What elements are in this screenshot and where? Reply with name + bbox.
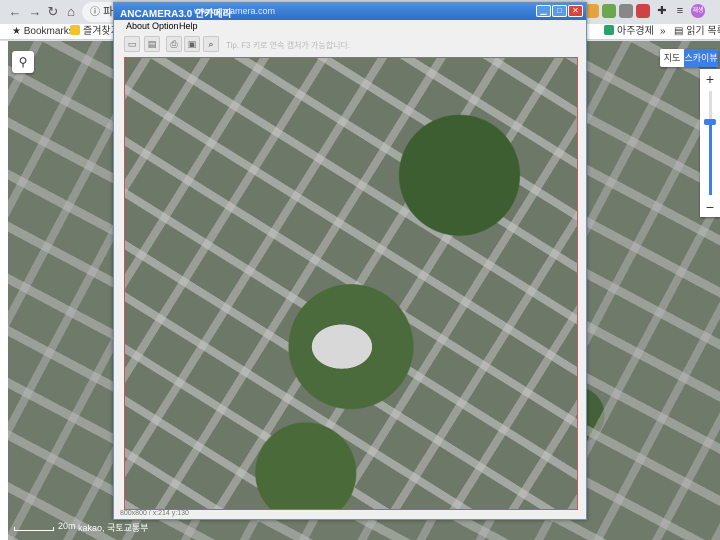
ancamera-window[interactable]: ANCAMERA3.0 안카메라 www.ancamera.com ▁ □ ✕ … xyxy=(113,2,587,520)
window-titlebar[interactable]: ANCAMERA3.0 안카메라 www.ancamera.com ▁ □ ✕ xyxy=(114,3,586,20)
puzzle-icon[interactable]: ✚ xyxy=(655,4,669,18)
tip-text: Tip. F3 키로 연속 캡처가 가능합니다. xyxy=(226,41,351,50)
map-credit: kakao, 국토교통부 xyxy=(78,523,149,533)
bookmark-overflow[interactable]: » xyxy=(660,24,666,40)
zoom-in-button[interactable]: + xyxy=(700,71,720,87)
info-icon: ⓘ xyxy=(90,7,100,18)
bookmark-ajunews[interactable]: 아주경제 xyxy=(604,24,654,40)
extension-strip: ✚ ≡ 재생 xyxy=(585,3,720,21)
menu-about[interactable]: About xyxy=(126,21,150,31)
status-text: 800x800 / x:214 y:130 xyxy=(120,510,189,517)
menu-help[interactable]: Help xyxy=(179,21,198,31)
print-icon[interactable]: ⎙ xyxy=(166,36,182,52)
scale-bar xyxy=(14,527,54,531)
zoom-control: + − xyxy=(700,69,720,217)
translate-icon[interactable] xyxy=(585,4,599,18)
zoom-slider-handle[interactable] xyxy=(704,119,716,126)
capture-toolbar: ▭ ▤ ⎙ ▣ ⌕ Tip. F3 키로 연속 캡처가 가능합니다. xyxy=(114,34,586,56)
menu-bar: About Option Help xyxy=(114,20,586,34)
reload-icon[interactable]: ↻ xyxy=(44,3,62,21)
map-type-skyview-tab[interactable]: 스카이뷰 xyxy=(684,49,718,67)
notes-icon[interactable] xyxy=(602,4,616,18)
profile-avatar[interactable]: 재생 xyxy=(691,4,705,18)
zoom-slider-track[interactable] xyxy=(709,91,712,195)
save-icon[interactable]: ▣ xyxy=(184,36,200,52)
bookmark-bookmarks[interactable]: ★ Bookmarks xyxy=(12,24,74,40)
zoom-out-button[interactable]: − xyxy=(700,199,720,215)
maximize-button[interactable]: □ xyxy=(552,5,567,17)
reading-list-icon: ▤ xyxy=(674,26,687,37)
playlist-icon[interactable]: ≡ xyxy=(673,4,687,18)
map-footer: 20m kakao, 국토교통부 xyxy=(0,519,720,540)
screen-icon[interactable] xyxy=(619,4,633,18)
map-left-border xyxy=(0,41,8,540)
home-icon[interactable]: ⌂ xyxy=(62,3,80,21)
ext-icon[interactable] xyxy=(636,4,650,18)
zoom-slider-fill xyxy=(709,122,712,195)
map-type-switch: 지도 스카이뷰 xyxy=(660,49,718,67)
close-button[interactable]: ✕ xyxy=(568,5,583,17)
address-text: 파 xyxy=(103,6,114,18)
zoom-icon[interactable]: ⌕ xyxy=(203,36,219,52)
folder-icon xyxy=(70,25,80,35)
minimize-button[interactable]: ▁ xyxy=(536,5,551,17)
capture-icon[interactable]: ▭ xyxy=(124,36,140,52)
scale-label: 20m xyxy=(58,521,76,531)
star-icon: ★ xyxy=(12,26,24,37)
back-icon[interactable]: ← xyxy=(6,3,24,21)
menu-option[interactable]: Option xyxy=(152,21,179,31)
map-type-map-tab[interactable]: 지도 xyxy=(660,49,684,67)
capture-viewport[interactable] xyxy=(124,57,578,510)
window-icon[interactable]: ▤ xyxy=(144,36,160,52)
reading-list[interactable]: ▤ 읽기 목록 xyxy=(674,24,720,40)
window-url: www.ancamera.com xyxy=(194,6,276,16)
location-pin-icon[interactable]: ⚲ xyxy=(12,51,34,73)
site-icon xyxy=(604,25,614,35)
forward-icon[interactable]: → xyxy=(26,3,44,21)
